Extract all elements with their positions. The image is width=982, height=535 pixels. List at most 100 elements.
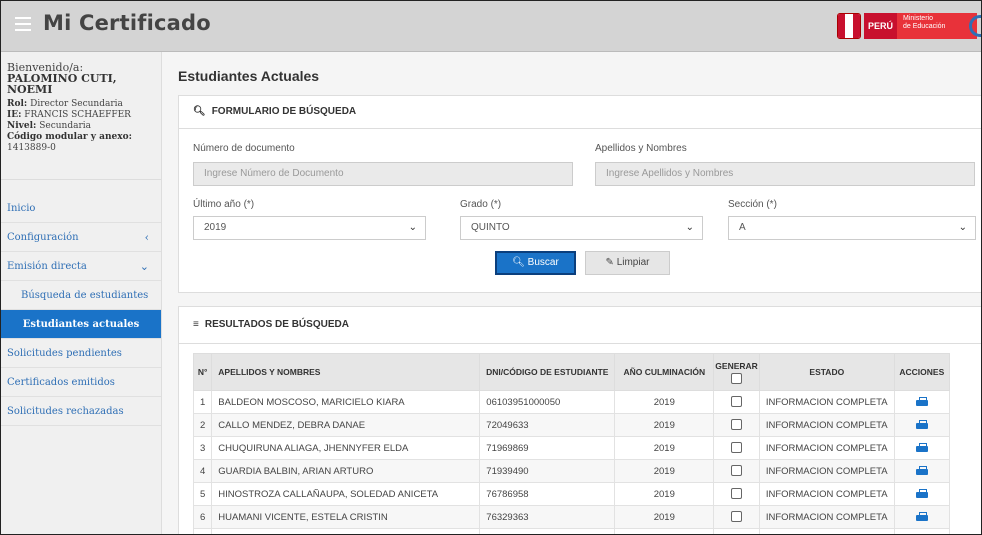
ie-label: IE: [7,110,22,120]
user-ie: IE: FRANCIS SCHAEFFER [7,110,155,121]
row-actions [893,528,950,534]
select-all-checkbox[interactable] [731,373,743,385]
page-title: Estudiantes Actuales [178,68,320,84]
results-card: ≡ RESULTADOS DE BÚSQUEDA N° APELLIDOS Y N… [178,306,981,534]
role-label: Rol: [7,99,28,109]
sidebar-item-solicitudes-pendientes[interactable]: Solicitudes pendientes [1,339,161,368]
row-name: LAMAS PORRAS, ISRAEL OMAR [211,528,481,534]
col-year: AÑO CULMINACIÓN [614,353,715,391]
grade-label: Grado (*) [460,199,502,210]
document-input[interactable]: Ingrese Número de Documento [193,162,573,186]
ie-value: FRANCIS SCHAEFFER [24,110,131,120]
sidebar-item-label: Configuración [7,232,79,243]
row-generate [713,436,760,460]
sidebar-item-inicio[interactable]: Inicio [1,194,161,223]
ministry-line-1: Ministerio [903,15,933,22]
col-actions: ACCIONES [893,353,950,391]
print-icon[interactable] [915,396,928,407]
name-input[interactable]: Ingrese Apellidos y Nombres [595,162,975,186]
sidebar-item-configuracion[interactable]: Configuración ‹ [1,223,161,252]
level-value: Secundaria [39,121,92,131]
row-year: 2019 [614,459,715,483]
user-name: PALOMINO CUTI, NOEMI [7,73,155,95]
row-dni: 06103951000050 [479,390,616,414]
row-num: 3 [192,436,213,460]
row-generate [713,413,760,437]
user-code: Código modular y anexo: [7,132,155,143]
results-header: ≡ RESULTADOS DE BÚSQUEDA [179,307,981,344]
chevron-down-icon: ⌄ [958,222,967,233]
year-value: 2019 [204,222,227,233]
row-year: 2019 [614,436,715,460]
generate-checkbox[interactable] [731,511,743,523]
row-dni: 77012910 [479,528,616,534]
row-name: CHUQUIRUNA ALIAGA, JHENNYFER ELDA [211,436,481,460]
row-status: INFORMACION COMPLETA [758,505,895,529]
print-icon[interactable] [915,442,928,453]
print-icon[interactable] [915,511,928,522]
generate-checkbox[interactable] [731,442,743,454]
sidebar-item-busqueda-estudiantes[interactable]: Búsqueda de estudiantes [1,281,161,310]
app-window: Mi Certificado PERÚ Ministerio de Educac… [0,0,982,535]
hamburger-menu-icon[interactable] [15,17,31,33]
row-dni: 76329363 [479,505,616,529]
user-info-panel: Bienvenido/a: PALOMINO CUTI, NOEMI Rol: … [1,52,161,180]
col-dni: DNI/CÓDIGO DE ESTUDIANTE [479,353,616,391]
row-name: GUARDIA BALBIN, ARIAN ARTURO [211,459,481,483]
user-name-line-2: NOEMI [7,83,53,96]
search-form-header: 🔍︎ FORMULARIO DE BÚSQUEDA [179,96,981,129]
row-actions [893,459,950,483]
row-generate [713,482,760,506]
row-num: 5 [192,482,213,506]
row-dni: 71939490 [479,459,616,483]
table-row: 7LAMAS PORRAS, ISRAEL OMAR770129102019 IN… [192,528,950,534]
clear-button[interactable]: ✎ Limpiar [585,251,670,275]
sidebar: Bienvenido/a: PALOMINO CUTI, NOEMI Rol: … [1,52,162,534]
generate-checkbox[interactable] [731,465,743,477]
table-row: 3 CHUQUIRUNA ALIAGA, JHENNYFER ELDA 719698… [192,436,950,460]
document-label: Número de documento [193,143,295,154]
table-row: 5 HINOSTROZA CALLAÑAUPA, SOLEDAD ANICETA 7… [192,482,950,506]
section-value: A [739,222,746,233]
generate-checkbox[interactable] [731,488,743,500]
eraser-icon: ✎ [605,257,614,268]
print-icon[interactable] [915,488,928,499]
name-label: Apellidos y Nombres [595,143,687,154]
sidebar-item-emision-directa[interactable]: Emisión directa ⌄ [1,252,161,281]
print-icon[interactable] [915,419,928,430]
row-actions [893,482,950,506]
row-dni: 71969869 [479,436,616,460]
ministry-label: Ministerio de Educación [897,13,978,39]
top-bar: Mi Certificado PERÚ Ministerio de Educac… [1,1,981,52]
year-select[interactable]: 2019 ⌄ [193,216,426,240]
user-role: Rol: Director Secundaria [7,99,155,110]
results-title: RESULTADOS DE BÚSQUEDA [204,319,349,330]
list-icon: ≡ [193,319,199,330]
ministry-logo: PERÚ Ministerio de Educación [837,13,978,39]
sidebar-item-solicitudes-rechazadas[interactable]: Solicitudes rechazadas [1,397,161,426]
generate-checkbox[interactable] [731,419,743,431]
app-title: Mi Certificado [43,11,211,35]
role-value: Director Secundaria [30,99,123,109]
row-actions [893,390,950,414]
section-select[interactable]: A ⌄ [728,216,976,240]
print-icon[interactable] [915,465,928,476]
search-form-title: FORMULARIO DE BÚSQUEDA [211,106,357,117]
row-name: HINOSTROZA CALLAÑAUPA, SOLEDAD ANICETA [211,482,481,506]
row-status: INFORMACION COMPLETA [758,436,895,460]
results-table: N° APELLIDOS Y NOMBRES DNI/CÓDIGO DE EST… [192,353,950,534]
row-dni: 72049633 [479,413,616,437]
row-actions [893,413,950,437]
code-label: Código modular y anexo: [7,132,132,142]
search-button[interactable]: 🔍︎ Buscar [495,251,576,275]
grade-select[interactable]: QUINTO ⌄ [460,216,703,240]
row-generate [713,505,760,529]
row-num: 6 [192,505,213,529]
main-content: Estudiantes Actuales 🔍︎ FORMULARIO DE BÚS… [162,52,981,534]
search-form-card: 🔍︎ FORMULARIO DE BÚSQUEDA Número de docum… [178,95,981,293]
sidebar-item-certificados-emitidos[interactable]: Certificados emitidos [1,368,161,397]
generate-checkbox[interactable] [731,396,743,408]
section-label: Sección (*) [728,199,777,210]
chevron-left-icon: ‹ [144,231,149,244]
sidebar-item-estudiantes-actuales[interactable]: Estudiantes actuales [1,310,161,339]
